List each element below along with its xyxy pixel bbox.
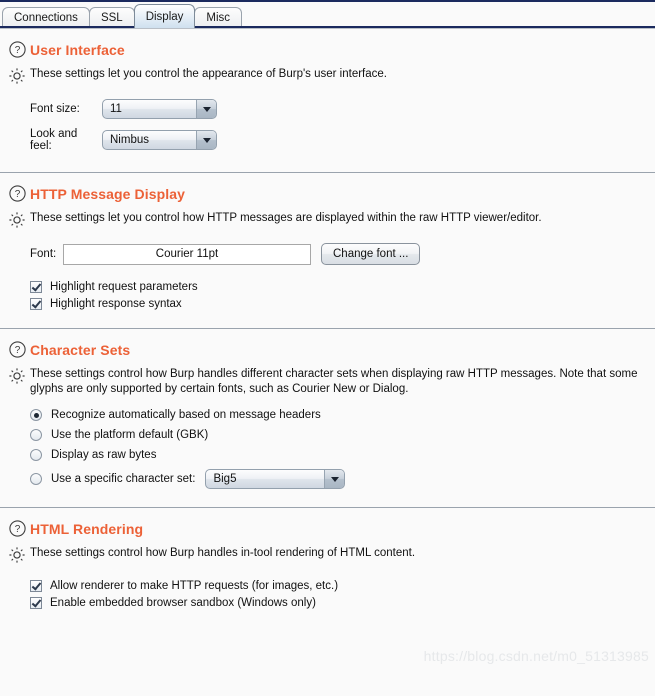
chevron-down-icon[interactable] (196, 100, 216, 118)
section-http-message-display: ? HTTP Message Display These settings le… (0, 173, 655, 328)
svg-text:?: ? (14, 524, 20, 535)
tab-ssl[interactable]: SSL (88, 7, 135, 28)
checkbox-label: Enable embedded browser sandbox (Windows… (50, 597, 316, 609)
svg-text:?: ? (14, 345, 20, 356)
change-font-button[interactable]: Change font ... (321, 243, 421, 265)
tab-bar: Connections SSL Display Misc (0, 2, 655, 28)
radio-row[interactable]: Display as raw bytes (30, 449, 655, 461)
radio-label: Use a specific character set: (51, 473, 196, 485)
tab-misc[interactable]: Misc (194, 7, 243, 28)
question-circle-icon[interactable]: ? (8, 185, 26, 202)
gear-icon[interactable] (8, 67, 26, 85)
svg-text:?: ? (14, 45, 20, 56)
section-title-html-rendering: HTML Rendering (30, 520, 144, 537)
font-size-label: Font size: (30, 103, 80, 115)
radio-row[interactable]: Use a specific character set: Big5 (30, 469, 655, 489)
section-user-interface: ? User Interface These settings let you … (0, 29, 655, 172)
font-size-dropdown[interactable]: 11 (102, 99, 217, 119)
checkbox-icon[interactable] (30, 597, 42, 609)
section-description-http-message-display: These settings let you control how HTTP … (30, 212, 542, 224)
section-character-sets: ? Character Sets These settings control … (0, 329, 655, 507)
checkbox-icon[interactable] (30, 281, 42, 293)
checkbox-icon[interactable] (30, 580, 42, 592)
tab-connections[interactable]: Connections (2, 7, 90, 28)
tab-bar-baseline (0, 26, 655, 28)
tab-display[interactable]: Display (133, 4, 196, 28)
gear-icon[interactable] (8, 546, 26, 564)
character-set-dropdown[interactable]: Big5 (205, 469, 346, 489)
checkbox-row[interactable]: Allow renderer to make HTTP requests (fo… (30, 580, 655, 592)
section-title-character-sets: Character Sets (30, 341, 131, 358)
checkbox-icon[interactable] (30, 298, 42, 310)
checkbox-label: Highlight request parameters (50, 281, 198, 293)
radio-row[interactable]: Use the platform default (GBK) (30, 429, 655, 441)
gear-icon[interactable] (8, 211, 26, 229)
settings-content: ? User Interface These settings let you … (0, 29, 655, 609)
radio-row[interactable]: Recognize automatically based on message… (30, 409, 655, 421)
svg-text:?: ? (14, 189, 20, 200)
section-html-rendering: ? HTML Rendering These settings control … (0, 508, 655, 609)
question-circle-icon[interactable]: ? (8, 41, 26, 58)
section-title-user-interface: User Interface (30, 41, 125, 58)
radio-label: Display as raw bytes (51, 449, 157, 461)
watermark: https://blog.csdn.net/m0_51313985 (423, 648, 649, 664)
gear-icon[interactable] (8, 367, 26, 385)
radio-label: Recognize automatically based on message… (51, 409, 321, 421)
question-circle-icon[interactable]: ? (8, 520, 26, 537)
radio-icon[interactable] (30, 449, 42, 461)
look-and-feel-dropdown[interactable]: Nimbus (102, 130, 217, 150)
checkbox-label: Highlight response syntax (50, 298, 182, 310)
look-and-feel-label: Look and feel: (30, 128, 78, 152)
checkbox-row[interactable]: Highlight response syntax (30, 298, 655, 310)
chevron-down-icon[interactable] (324, 470, 345, 488)
chevron-down-icon[interactable] (196, 131, 216, 149)
checkbox-label: Allow renderer to make HTTP requests (fo… (50, 580, 339, 592)
radio-label: Use the platform default (GBK) (51, 429, 209, 441)
section-description-user-interface: These settings let you control the appea… (30, 68, 387, 80)
section-title-http-message-display: HTTP Message Display (30, 185, 186, 202)
font-label: Font: (30, 248, 57, 260)
checkbox-row[interactable]: Enable embedded browser sandbox (Windows… (30, 597, 655, 609)
section-description-html-rendering: These settings control how Burp handles … (30, 547, 416, 559)
radio-icon[interactable] (30, 429, 42, 441)
radio-icon[interactable] (30, 473, 42, 485)
question-circle-icon[interactable]: ? (8, 341, 26, 358)
font-value-field[interactable]: Courier 11pt (63, 243, 311, 265)
section-description-character-sets: These settings control how Burp handles … (30, 368, 638, 395)
look-and-feel-value: Nimbus (110, 134, 149, 146)
character-set-value: Big5 (213, 473, 237, 485)
checkbox-row[interactable]: Highlight request parameters (30, 281, 655, 293)
font-size-value: 11 (110, 103, 122, 115)
radio-icon[interactable] (30, 409, 42, 421)
